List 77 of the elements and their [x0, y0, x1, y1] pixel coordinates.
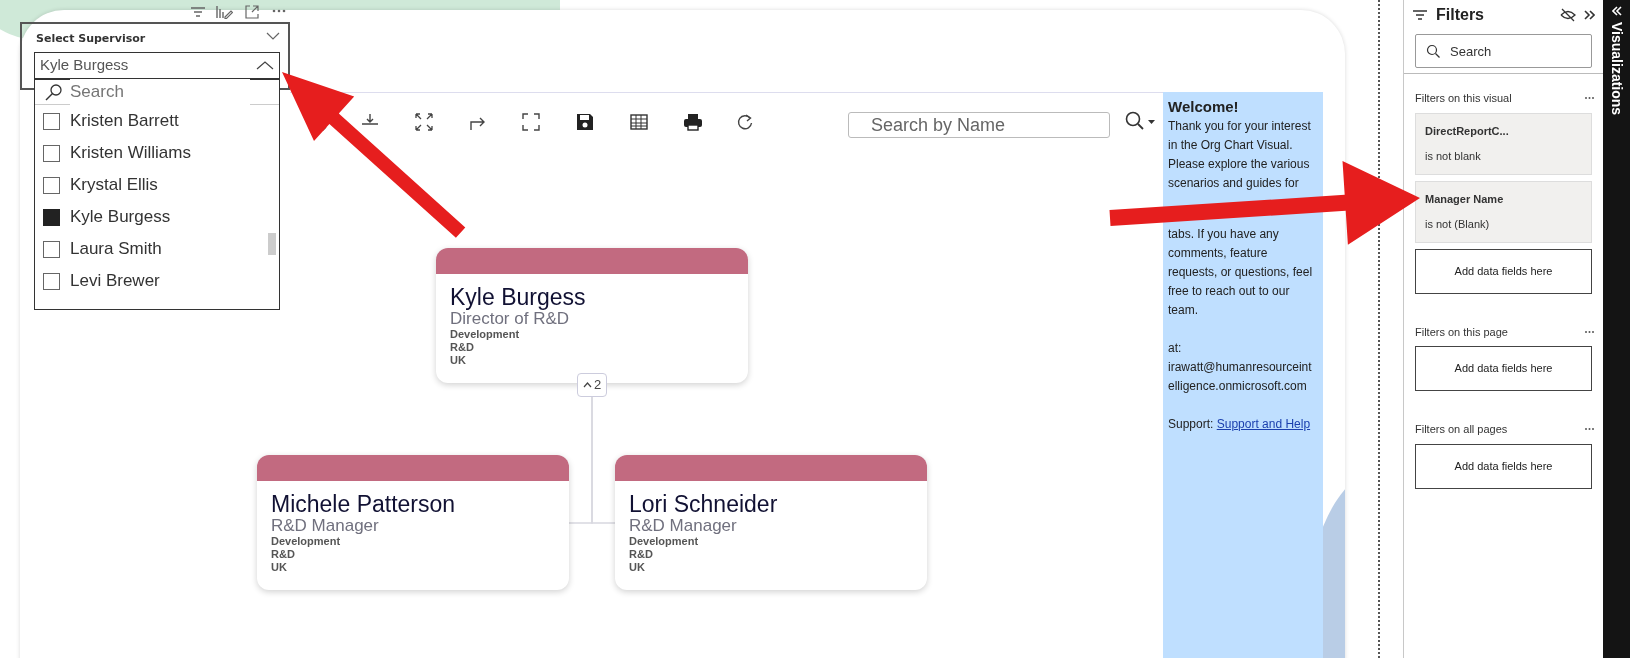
person-name: Lori Schneider: [629, 491, 778, 517]
fullscreen-icon[interactable]: [520, 111, 542, 133]
job-title: Director of R&D: [450, 310, 570, 328]
expand-button[interactable]: 2: [577, 373, 607, 397]
contact-label: at:: [1168, 340, 1183, 357]
section-title: Filters on all pages: [1415, 422, 1508, 437]
job-title: R&D Manager: [271, 517, 379, 535]
caret-icon: [582, 382, 592, 388]
filter-card[interactable]: Manager Name is not (Blank): [1415, 180, 1592, 243]
filter-icon[interactable]: [1412, 8, 1428, 22]
drop-zone[interactable]: Add data fields here: [1415, 248, 1592, 294]
list-item[interactable]: Kristen Barrett: [35, 105, 279, 137]
slicer-title: Select Supervisor: [36, 31, 146, 47]
chevron-down-icon[interactable]: [266, 32, 280, 41]
person-name: Michele Patterson: [271, 491, 456, 517]
list-item[interactable]: Kyle Burgess: [35, 201, 279, 233]
person-name: Kyle Burgess: [450, 284, 586, 310]
list-item[interactable]: Levi Brewer: [35, 265, 279, 297]
section-title: Filters on this visual: [1415, 91, 1512, 106]
detail-text: UK: [450, 354, 466, 367]
search-field[interactable]: Search: [70, 79, 250, 105]
search-icon: [45, 83, 62, 101]
detail-text: R&D: [629, 548, 653, 561]
checkbox[interactable]: [43, 240, 60, 258]
section-title: Filters on this page: [1415, 324, 1508, 340]
pane-title: Visualizations: [1608, 22, 1626, 116]
list-item[interactable]: Kristen Williams: [35, 137, 279, 169]
chevron-left-icon[interactable]: [1611, 6, 1622, 16]
checkbox[interactable]: [43, 112, 60, 130]
search-field[interactable]: Search by Name: [848, 112, 1110, 138]
more-options-icon[interactable]: [1584, 329, 1595, 334]
focus-mode-icon[interactable]: [244, 4, 260, 20]
chevron-up-icon[interactable]: [256, 60, 274, 71]
eye-hidden-icon[interactable]: [1560, 8, 1576, 22]
detail-text: R&D: [450, 341, 474, 354]
welcome-heading: Welcome!: [1168, 98, 1240, 116]
checkbox[interactable]: [43, 176, 60, 194]
support-label: Support:: [1168, 417, 1214, 431]
checkbox[interactable]: [43, 272, 60, 290]
more-options-icon[interactable]: [1584, 96, 1595, 101]
print-icon[interactable]: [682, 111, 704, 133]
chevron-right-icon[interactable]: [1584, 10, 1595, 20]
detail-text: UK: [629, 561, 645, 574]
chart-edit-icon[interactable]: [215, 4, 233, 20]
detail-text: Development: [450, 328, 520, 341]
drop-zone[interactable]: Add data fields here: [1415, 443, 1592, 489]
email-text: irawatt@humanresourceintelligence.onmicrosoft.com: [1168, 359, 1313, 395]
dropdown-field[interactable]: Kyle Burgess: [34, 52, 280, 79]
detail-text: UK: [271, 561, 287, 574]
detail-text: Development: [629, 535, 699, 548]
filter-card[interactable]: DirectReportC... is not blank: [1415, 112, 1592, 175]
table-icon[interactable]: [628, 111, 650, 133]
list-item[interactable]: Laura Smith: [35, 233, 279, 265]
more-options-icon[interactable]: [272, 9, 286, 13]
support-link[interactable]: Support and Help: [1216, 417, 1311, 431]
checkbox[interactable]: [43, 208, 60, 226]
detail-text: R&D: [271, 548, 295, 561]
search-icon[interactable]: [1124, 110, 1156, 132]
more-options-icon[interactable]: [1584, 427, 1595, 432]
drop-zone[interactable]: Add data fields here: [1415, 346, 1592, 391]
detail-text: Development: [271, 535, 341, 548]
scrollbar-thumb[interactable]: [268, 233, 276, 255]
search-field[interactable]: Search: [1415, 34, 1592, 68]
filter-condition: is not blank: [1425, 150, 1481, 162]
welcome-text: Thank you for your interest in the Org Chart Visual. Please explore the various scenarios and guides for: [1168, 118, 1312, 192]
filter-icon[interactable]: [190, 5, 206, 19]
search-icon[interactable]: [1426, 44, 1440, 58]
filter-field: DirectReportC...: [1425, 122, 1582, 139]
list-item[interactable]: Krystal Ellis: [35, 169, 279, 201]
pane-title: Filters: [1436, 5, 1484, 25]
filter-condition: is not (Blank): [1425, 218, 1490, 230]
filter-field: Manager Name: [1425, 190, 1582, 207]
welcome-text: tabs. If you have any comments, feature requests, or questions, feel free to reach out to our team.: [1168, 226, 1314, 319]
job-title: R&D Manager: [629, 517, 737, 535]
checkbox[interactable]: [43, 144, 60, 162]
expand-icon[interactable]: [413, 111, 435, 133]
save-icon[interactable]: [574, 111, 596, 133]
